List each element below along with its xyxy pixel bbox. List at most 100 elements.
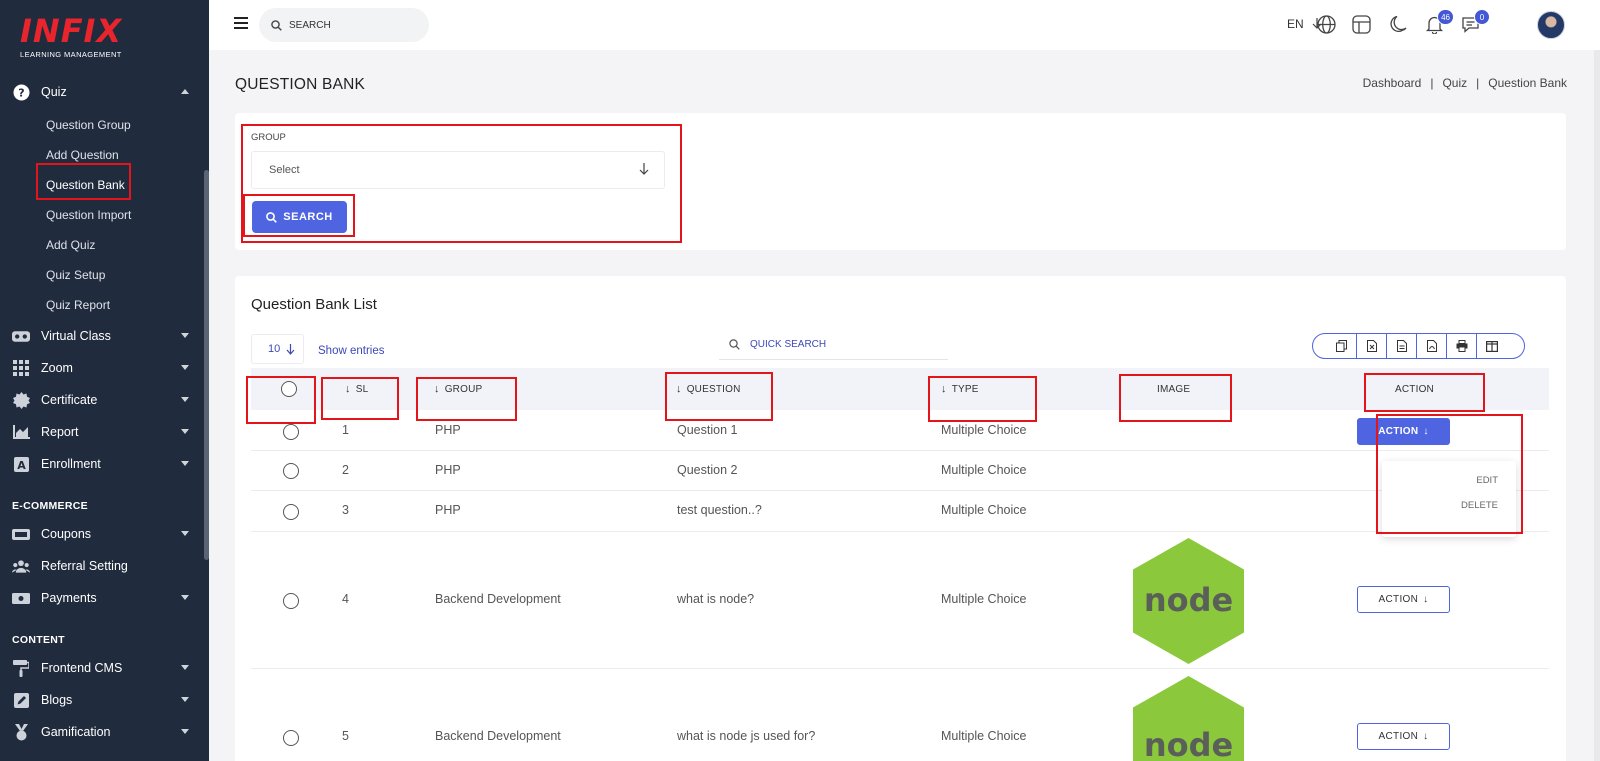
chat-icon[interactable]: 0 — [1461, 9, 1490, 35]
menu-item-delete[interactable]: DELETE — [1461, 500, 1498, 511]
breadcrumb: Dashboard | Quiz | Question Bank — [1362, 76, 1567, 90]
action-button[interactable]: ACTION ↓ — [1357, 586, 1450, 613]
sidebar-subitem-question-bank[interactable]: Question Bank — [0, 170, 209, 200]
question-circle-icon: ? — [12, 83, 30, 101]
row-select-radio[interactable] — [283, 504, 299, 520]
sidebar-subitem-quiz-setup[interactable]: Quiz Setup — [0, 260, 209, 290]
row-select-radio[interactable] — [283, 424, 299, 440]
entries-select[interactable]: 10 — [251, 334, 304, 364]
column-label: SL — [355, 383, 369, 395]
sidebar-item-enrollment[interactable]: A Enrollment — [0, 448, 209, 480]
select-all-radio[interactable] — [281, 381, 297, 397]
sidebar-subitem-question-group[interactable]: Question Group — [0, 110, 209, 140]
vr-icon — [12, 327, 30, 345]
cell-type: Multiple Choice — [941, 729, 1027, 743]
sidebar-item-payments[interactable]: Payments — [0, 582, 209, 614]
sidebar-item-frontend-cms[interactable]: Frontend CMS — [0, 652, 209, 684]
cell-group: PHP — [435, 423, 461, 437]
action-button[interactable]: ACTION ↓ — [1357, 418, 1450, 445]
columns-button[interactable] — [1477, 334, 1507, 358]
breadcrumb-dashboard[interactable]: Dashboard — [1363, 76, 1422, 90]
topbar: EN 46 0 — [209, 0, 1600, 50]
sidebar-item-virtual-class[interactable]: Virtual Class — [0, 320, 209, 352]
sort-arrow-icon: ↓ — [941, 383, 947, 395]
sidebar-item-label: Frontend CMS — [41, 661, 123, 675]
sidebar-item-label: Payments — [41, 591, 97, 605]
row-select-radio[interactable] — [283, 593, 299, 609]
cell-question: Question 2 — [677, 463, 738, 477]
sidebar-item-label: Coupons — [41, 527, 92, 541]
caret-down-icon — [181, 461, 189, 466]
sidebar-item-quiz[interactable]: ? Quiz — [0, 76, 209, 108]
csv-button[interactable] — [1387, 334, 1417, 358]
arrow-down-icon — [639, 163, 649, 175]
sidebar-subitem-quiz-report[interactable]: Quiz Report — [0, 290, 209, 320]
quick-search-input[interactable] — [750, 339, 930, 350]
column-header-question[interactable]: ↓ QUESTION — [676, 368, 741, 410]
sidebar-item-certificate[interactable]: Certificate — [0, 384, 209, 416]
column-header-group[interactable]: ↓ GROUP — [434, 368, 482, 410]
paint-roller-icon — [12, 659, 30, 677]
search-icon — [729, 339, 740, 350]
sidebar-item-label: Virtual Class — [41, 329, 111, 343]
brand-name: INFIX — [20, 12, 123, 50]
search-button[interactable]: SEARCH — [252, 201, 347, 233]
print-button[interactable] — [1447, 334, 1477, 358]
cell-group: PHP — [435, 503, 461, 517]
cell-sl: 4 — [342, 592, 349, 606]
sidebar-subitem-question-import[interactable]: Question Import — [0, 200, 209, 230]
arrow-down-icon: ↓ — [1423, 426, 1429, 437]
page-scrollbar[interactable] — [1594, 50, 1600, 761]
cell-question: what is node js used for? — [677, 729, 816, 743]
pdf-button[interactable] — [1417, 334, 1447, 358]
sidebar-scrollbar[interactable] — [204, 170, 209, 560]
moon-icon[interactable] — [1389, 15, 1409, 35]
group-select[interactable]: Select — [251, 151, 665, 189]
breadcrumb-quiz[interactable]: Quiz — [1442, 76, 1467, 90]
layout-icon[interactable] — [1352, 15, 1372, 35]
excel-icon — [1366, 340, 1377, 352]
globe-icon[interactable] — [1317, 15, 1337, 35]
avatar[interactable] — [1537, 11, 1565, 39]
caret-down-icon — [181, 365, 189, 370]
search-input[interactable] — [289, 19, 409, 31]
top-search[interactable] — [259, 8, 429, 42]
brand-logo[interactable]: INFIX LEARNING MANAGEMENT — [20, 14, 122, 59]
group-select-value: Select — [269, 164, 300, 176]
list-title: Question Bank List — [251, 296, 377, 313]
action-button[interactable]: ACTION ↓ — [1357, 723, 1450, 750]
section-content: CONTENT — [12, 634, 65, 646]
entries-label: Show entries — [318, 345, 385, 357]
menu-icon[interactable] — [234, 17, 248, 29]
row-select-radio[interactable] — [283, 463, 299, 479]
column-header-action: ACTION — [1395, 368, 1434, 410]
sidebar-item-blogs[interactable]: Blogs — [0, 684, 209, 716]
filter-card: GROUP Select SEARCH — [235, 113, 1566, 250]
svg-text:A: A — [17, 459, 26, 472]
sidebar-item-gamification[interactable]: Gamification — [0, 716, 209, 748]
caret-down-icon — [181, 397, 189, 402]
sidebar-subitem-add-quiz[interactable]: Add Quiz — [0, 230, 209, 260]
payment-icon — [12, 589, 30, 607]
pdf-icon — [1426, 340, 1437, 352]
bell-icon[interactable]: 46 — [1425, 9, 1454, 35]
medal-icon — [12, 723, 30, 741]
cell-group: Backend Development — [435, 592, 561, 606]
quick-search[interactable] — [719, 330, 948, 360]
sidebar-item-referral-setting[interactable]: Referral Setting — [0, 550, 209, 582]
sidebar-item-report[interactable]: Report — [0, 416, 209, 448]
sidebar-subitem-add-question[interactable]: Add Question — [0, 140, 209, 170]
excel-button[interactable] — [1357, 334, 1387, 358]
sort-arrow-icon: ↓ — [345, 383, 351, 395]
sidebar-item-zoom[interactable]: Zoom — [0, 352, 209, 384]
columns-icon — [1486, 340, 1498, 352]
copy-button[interactable] — [1327, 334, 1357, 358]
column-header-type[interactable]: ↓ TYPE — [941, 368, 979, 410]
menu-item-edit[interactable]: EDIT — [1476, 475, 1498, 486]
badge-icon — [12, 391, 30, 409]
users-icon — [12, 557, 30, 575]
row-select-radio[interactable] — [283, 730, 299, 746]
column-header-sl[interactable]: ↓ SL — [345, 368, 368, 410]
cell-question: Question 1 — [677, 423, 738, 437]
sidebar-item-coupons[interactable]: Coupons — [0, 518, 209, 550]
